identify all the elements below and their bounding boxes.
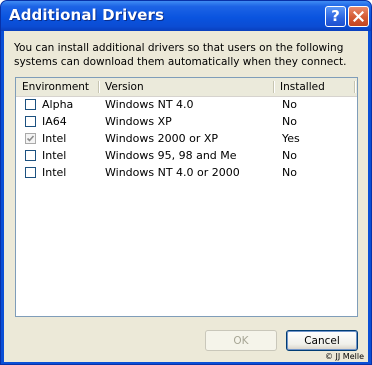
close-button[interactable] xyxy=(348,6,369,27)
driver-checkbox[interactable] xyxy=(25,167,36,178)
version-cell: Windows NT 4.0 xyxy=(105,98,194,111)
question-icon: ? xyxy=(331,7,340,25)
close-icon xyxy=(353,11,364,22)
column-header-version[interactable]: Version xyxy=(99,78,274,96)
list-item[interactable]: Intel Windows 95, 98 and Me No xyxy=(16,148,357,165)
help-button[interactable]: ? xyxy=(325,6,346,27)
copyright-text: © JJ Melle xyxy=(325,352,364,361)
version-cell: Windows 2000 or XP xyxy=(105,132,219,145)
installed-cell: No xyxy=(282,166,297,179)
version-cell: Windows XP xyxy=(105,115,172,128)
list-item[interactable]: Intel Windows 2000 or XP Yes xyxy=(16,131,357,148)
column-header-environment[interactable]: Environment xyxy=(16,78,99,96)
title-bar[interactable]: Additional Drivers ? xyxy=(1,1,371,31)
environment-cell: Intel xyxy=(42,149,67,162)
list-item[interactable]: IA64 Windows XP No xyxy=(16,114,357,131)
environment-cell: Intel xyxy=(42,166,67,179)
cancel-button[interactable]: Cancel xyxy=(286,330,358,351)
dialog-body: You can install additional drivers so th… xyxy=(4,31,368,362)
description-text: You can install additional drivers so th… xyxy=(14,42,347,68)
version-cell: Windows 95, 98 and Me xyxy=(105,149,237,162)
installed-cell: No xyxy=(282,115,297,128)
ok-button[interactable]: OK xyxy=(205,330,277,351)
driver-checkbox[interactable] xyxy=(25,116,36,127)
list-header: Environment Version Installed xyxy=(16,78,357,97)
driver-checkbox-checked[interactable] xyxy=(25,133,36,144)
installed-cell: Yes xyxy=(282,132,300,145)
driver-checkbox[interactable] xyxy=(25,150,36,161)
checkmark-icon xyxy=(26,135,35,142)
environment-cell: Alpha xyxy=(42,98,74,111)
column-header-installed[interactable]: Installed xyxy=(274,78,357,96)
installed-cell: No xyxy=(282,149,297,162)
version-cell: Windows NT 4.0 or 2000 xyxy=(105,166,240,179)
drivers-list[interactable]: Environment Version Installed Alpha Wind… xyxy=(15,77,358,317)
window-title: Additional Drivers xyxy=(9,6,165,24)
environment-cell: IA64 xyxy=(42,115,67,128)
driver-checkbox[interactable] xyxy=(25,99,36,110)
list-item[interactable]: Intel Windows NT 4.0 or 2000 No xyxy=(16,165,357,182)
list-item[interactable]: Alpha Windows NT 4.0 No xyxy=(16,97,357,114)
installed-cell: No xyxy=(282,98,297,111)
column-divider[interactable] xyxy=(354,81,356,93)
list-rows: Alpha Windows NT 4.0 No IA64 Windows XP … xyxy=(16,97,357,182)
dialog-window: Additional Drivers ? You can install add… xyxy=(0,0,372,365)
environment-cell: Intel xyxy=(42,132,67,145)
